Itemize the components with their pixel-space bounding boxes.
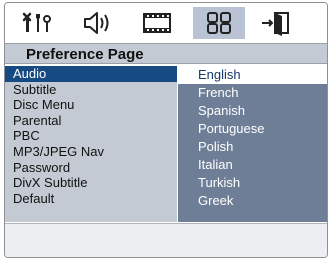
- audio-speaker-icon: [84, 12, 109, 34]
- menu-item-disc-menu[interactable]: Disc Menu: [5, 97, 177, 113]
- option-spanish[interactable]: Spanish: [178, 102, 327, 120]
- option-polish[interactable]: Polish: [178, 138, 327, 156]
- option-turkish[interactable]: Turkish: [178, 174, 327, 192]
- option-greek[interactable]: Greek: [178, 192, 327, 210]
- page-title-bar: Preference Page: [5, 43, 327, 64]
- menu-item-audio[interactable]: Audio: [5, 66, 177, 82]
- menu-item-password[interactable]: Password: [5, 160, 177, 176]
- option-italian[interactable]: Italian: [178, 156, 327, 174]
- tab-preference[interactable]: [193, 7, 245, 39]
- option-french[interactable]: French: [178, 84, 327, 102]
- page-title: Preference Page: [26, 46, 144, 63]
- setup-menu-screen: Preference Page Audio Subtitle Disc Menu…: [4, 2, 328, 258]
- preference-grid-icon: [207, 12, 231, 34]
- menu-item-parental[interactable]: Parental: [5, 113, 177, 129]
- option-english[interactable]: English: [178, 66, 327, 84]
- exit-door-icon: [262, 12, 289, 36]
- video-film-icon: [143, 13, 171, 33]
- general-setup-icon: [22, 12, 51, 32]
- menu-item-default[interactable]: Default: [5, 191, 177, 207]
- tab-video-setup[interactable]: [131, 7, 183, 39]
- tab-exit[interactable]: [251, 7, 303, 39]
- tab-general-setup[interactable]: [11, 7, 63, 39]
- language-options-list: English French Spanish Portuguese Polish…: [178, 66, 327, 222]
- menu-item-pbc[interactable]: PBC: [5, 128, 177, 144]
- menu-item-subtitle[interactable]: Subtitle: [5, 82, 177, 98]
- menu-item-divx-subtitle[interactable]: DivX Subtitle: [5, 175, 177, 191]
- setup-toolbar: [5, 3, 327, 43]
- menu-item-mp3-jpeg-nav[interactable]: MP3/JPEG Nav: [5, 144, 177, 160]
- settings-menu-list: Audio Subtitle Disc Menu Parental PBC MP…: [5, 66, 177, 222]
- tab-audio-setup[interactable]: [71, 7, 123, 39]
- option-portuguese[interactable]: Portuguese: [178, 120, 327, 138]
- info-status-bar: [5, 223, 327, 257]
